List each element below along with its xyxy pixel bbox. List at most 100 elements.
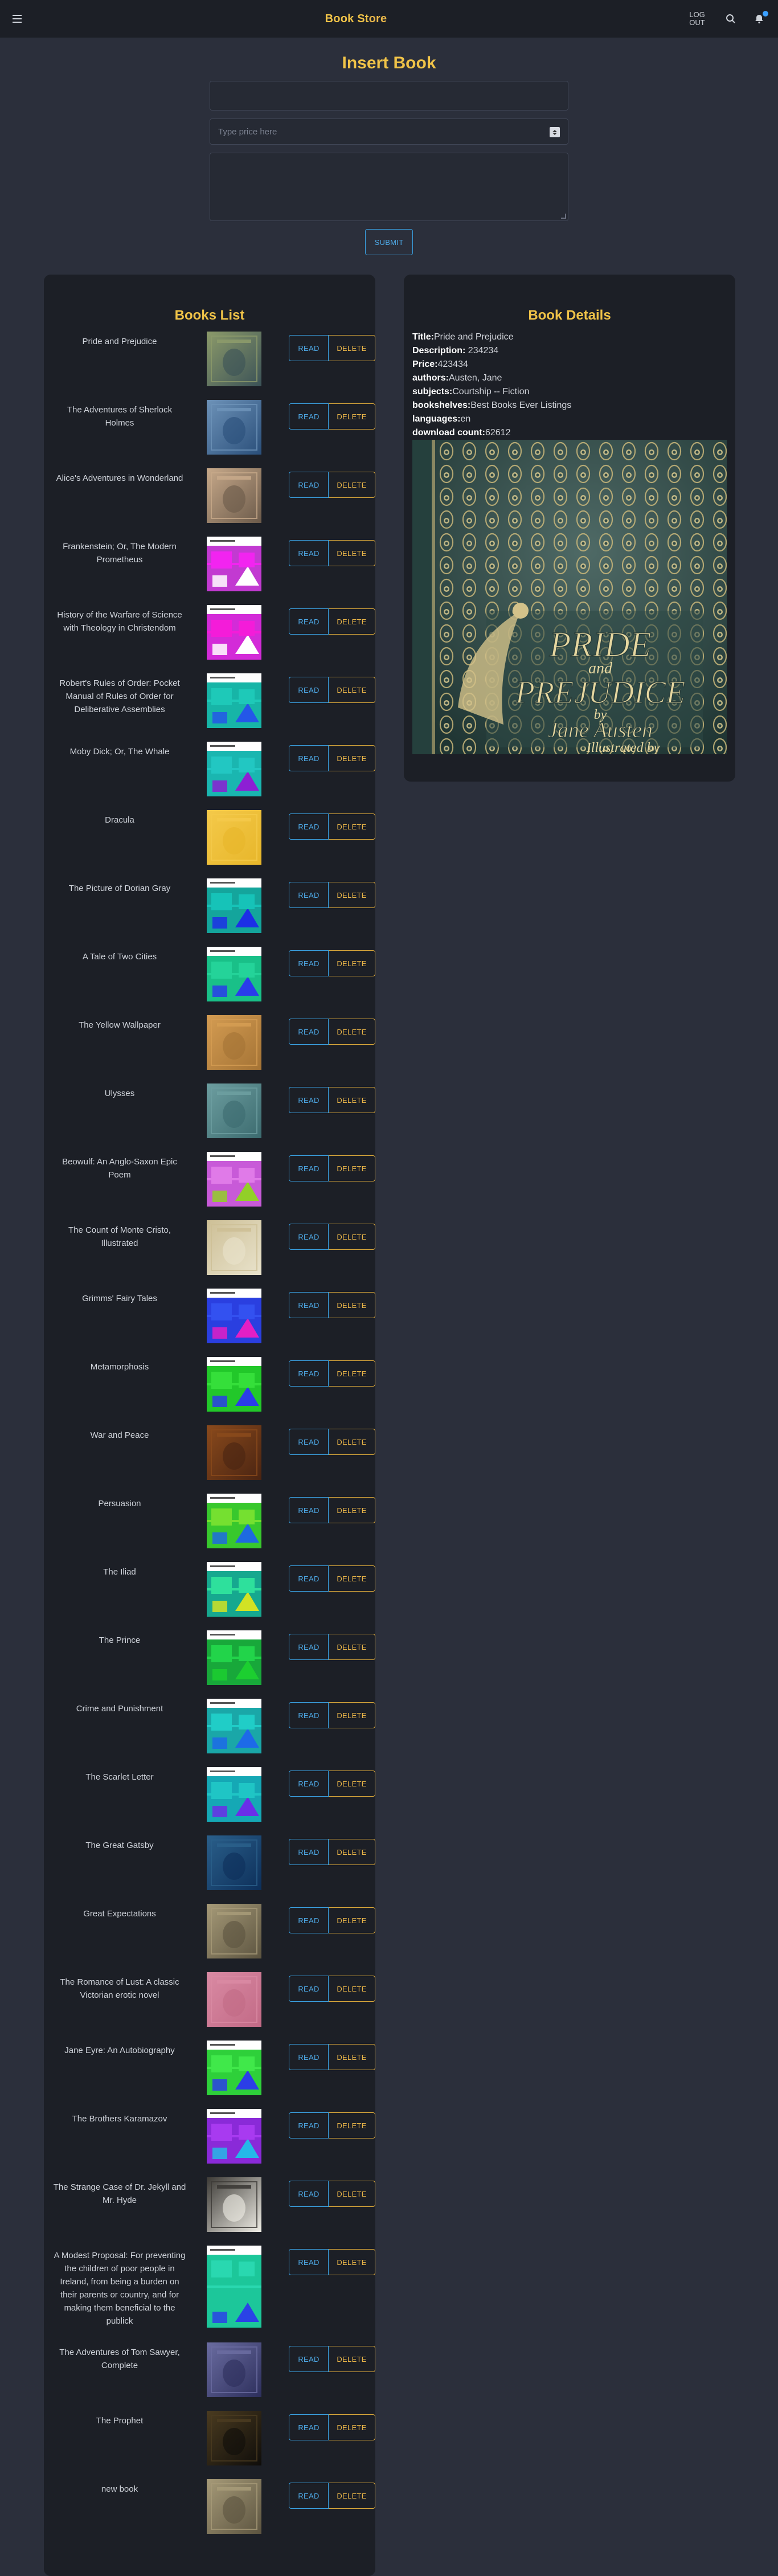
- books-list-panel: Books List Pride and Prejudice READ DELETE…: [44, 275, 375, 2576]
- read-button[interactable]: READ: [289, 472, 329, 498]
- book-row: Dracula READ DELETE: [44, 809, 375, 877]
- read-button[interactable]: READ: [289, 2181, 329, 2207]
- read-button[interactable]: READ: [289, 2483, 329, 2509]
- book-title: The Prince: [99, 1635, 141, 1645]
- read-button[interactable]: READ: [289, 335, 329, 361]
- delete-button[interactable]: DELETE: [329, 1907, 375, 1933]
- delete-button[interactable]: DELETE: [329, 2483, 375, 2509]
- read-button[interactable]: READ: [289, 1292, 329, 1318]
- price-field[interactable]: [210, 118, 568, 145]
- read-button[interactable]: READ: [289, 403, 329, 430]
- read-button[interactable]: READ: [289, 1497, 329, 1523]
- book-title: The Iliad: [103, 1567, 136, 1577]
- read-button[interactable]: READ: [289, 1702, 329, 1728]
- delete-button[interactable]: DELETE: [329, 1019, 375, 1045]
- main-content: Books List Pride and Prejudice READ DELETE…: [0, 275, 778, 2576]
- delete-button[interactable]: DELETE: [329, 335, 375, 361]
- description-field[interactable]: [210, 153, 568, 221]
- read-button[interactable]: READ: [289, 1565, 329, 1592]
- read-button[interactable]: READ: [289, 1634, 329, 1660]
- book-cover-thumbnail: [207, 1220, 261, 1275]
- book-title: The Adventures of Sherlock Holmes: [67, 405, 173, 428]
- read-button[interactable]: READ: [289, 2112, 329, 2139]
- book-cover-thumbnail: [207, 1835, 261, 1890]
- delete-button[interactable]: DELETE: [329, 608, 375, 635]
- book-name-input[interactable]: [210, 81, 568, 110]
- book-actions: READ DELETE: [289, 403, 375, 430]
- brand-title[interactable]: Book Store: [325, 13, 387, 26]
- delete-button[interactable]: DELETE: [329, 1702, 375, 1728]
- delete-button[interactable]: DELETE: [329, 2112, 375, 2139]
- delete-button[interactable]: DELETE: [329, 1360, 375, 1387]
- book-name-field[interactable]: [210, 81, 568, 111]
- read-button[interactable]: READ: [289, 540, 329, 566]
- submit-button[interactable]: SUBMIT: [365, 229, 413, 255]
- description-textarea[interactable]: [210, 153, 568, 220]
- read-button[interactable]: READ: [289, 1019, 329, 1045]
- delete-button[interactable]: DELETE: [329, 2414, 375, 2440]
- read-button[interactable]: READ: [289, 1976, 329, 2002]
- delete-button[interactable]: DELETE: [329, 2346, 375, 2372]
- delete-button[interactable]: DELETE: [329, 1429, 375, 1455]
- read-button[interactable]: READ: [289, 1360, 329, 1387]
- read-button[interactable]: READ: [289, 745, 329, 771]
- delete-button[interactable]: DELETE: [329, 1292, 375, 1318]
- resize-handle-icon[interactable]: [561, 214, 566, 219]
- read-button[interactable]: READ: [289, 882, 329, 908]
- read-button[interactable]: READ: [289, 2346, 329, 2372]
- delete-button[interactable]: DELETE: [329, 472, 375, 498]
- read-button[interactable]: READ: [289, 2249, 329, 2275]
- read-button[interactable]: READ: [289, 1224, 329, 1250]
- book-title: The Brothers Karamazov: [72, 2114, 167, 2124]
- delete-button[interactable]: DELETE: [329, 745, 375, 771]
- delete-button[interactable]: DELETE: [329, 813, 375, 840]
- delete-button[interactable]: DELETE: [329, 1771, 375, 1797]
- read-button[interactable]: READ: [289, 950, 329, 976]
- book-cover-thumbnail: [207, 332, 261, 386]
- delete-button[interactable]: DELETE: [329, 882, 375, 908]
- price-stepper[interactable]: [550, 127, 560, 137]
- delete-button[interactable]: DELETE: [329, 1839, 375, 1865]
- read-button[interactable]: READ: [289, 1155, 329, 1181]
- read-button[interactable]: READ: [289, 1087, 329, 1113]
- delete-button[interactable]: DELETE: [329, 1497, 375, 1523]
- detail-row: bookshelves:Best Books Ever Listings: [412, 399, 727, 412]
- delete-button[interactable]: DELETE: [329, 403, 375, 430]
- delete-button[interactable]: DELETE: [329, 1087, 375, 1113]
- delete-button[interactable]: DELETE: [329, 2249, 375, 2275]
- book-cover-thumbnail: [207, 947, 261, 1001]
- read-button[interactable]: READ: [289, 677, 329, 703]
- delete-button[interactable]: DELETE: [329, 540, 375, 566]
- delete-button[interactable]: DELETE: [329, 1224, 375, 1250]
- logout-button[interactable]: LOG OUT: [686, 11, 709, 27]
- delete-button[interactable]: DELETE: [329, 2044, 375, 2070]
- price-input[interactable]: [210, 119, 568, 144]
- delete-button[interactable]: DELETE: [329, 2181, 375, 2207]
- detail-label: languages:: [412, 414, 461, 424]
- read-button[interactable]: READ: [289, 1429, 329, 1455]
- book-title: Dracula: [105, 815, 134, 825]
- delete-button[interactable]: DELETE: [329, 1976, 375, 2002]
- detail-label: download count:: [412, 428, 485, 437]
- delete-button[interactable]: DELETE: [329, 677, 375, 703]
- cover-title-line5: Jane Austen: [548, 718, 653, 742]
- read-button[interactable]: READ: [289, 608, 329, 635]
- delete-button[interactable]: DELETE: [329, 1565, 375, 1592]
- read-button[interactable]: READ: [289, 2044, 329, 2070]
- detail-row: Description: 234234: [412, 344, 727, 358]
- book-actions: READ DELETE: [289, 2112, 375, 2139]
- read-button[interactable]: READ: [289, 1907, 329, 1933]
- delete-button[interactable]: DELETE: [329, 1155, 375, 1181]
- read-button[interactable]: READ: [289, 1771, 329, 1797]
- detail-value: 62612: [485, 428, 511, 437]
- read-button[interactable]: READ: [289, 813, 329, 840]
- book-cover-thumbnail: [207, 1767, 261, 1822]
- book-actions: READ DELETE: [289, 1702, 375, 1728]
- search-icon[interactable]: [724, 13, 737, 25]
- delete-button[interactable]: DELETE: [329, 950, 375, 976]
- read-button[interactable]: READ: [289, 2414, 329, 2440]
- notification-bell-icon[interactable]: [753, 11, 768, 25]
- delete-button[interactable]: DELETE: [329, 1634, 375, 1660]
- read-button[interactable]: READ: [289, 1839, 329, 1865]
- menu-icon[interactable]: [13, 12, 26, 26]
